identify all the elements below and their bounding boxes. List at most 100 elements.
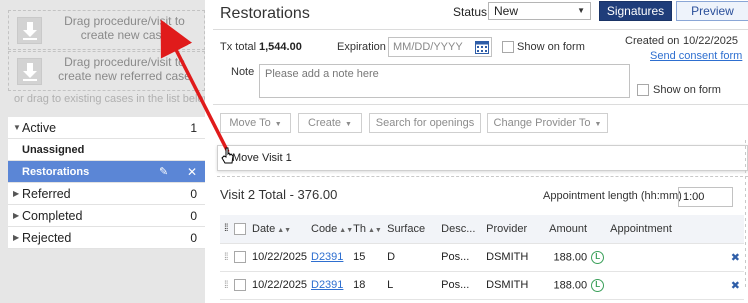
cell-date: 10/22/2025 [252, 243, 311, 272]
show-on-form-checkbox[interactable] [502, 41, 514, 53]
change-provider-button[interactable]: Change Provider To ▼ [487, 113, 608, 133]
search-openings-button[interactable]: Search for openings [369, 113, 481, 133]
cell-appointment [610, 243, 693, 272]
column-provider[interactable]: Provider [486, 215, 550, 244]
close-icon[interactable]: ✕ [187, 161, 197, 183]
column-label: Surface [387, 222, 426, 235]
cell-description: Pos... [441, 243, 487, 272]
drop-separator [217, 176, 748, 177]
sort-icon: ▲▼ [277, 226, 292, 234]
case-count: 0 [190, 231, 197, 245]
calendar-icon[interactable] [475, 40, 489, 60]
case-group-active[interactable]: ▼ Active 1 [8, 117, 205, 139]
cell-tooth: 15 [353, 243, 388, 272]
delete-row-icon[interactable]: ✖ [692, 271, 744, 300]
procedure-table: ⁞⁞ Date ▲▼ Code ▲▼ Th ▲▼ Surface Desc... Pr… [220, 215, 744, 300]
cell-appointment [610, 271, 693, 300]
sort-icon: ▲▼ [339, 226, 354, 234]
caret-down-icon: ▼ [594, 121, 602, 128]
note-placeholder: Please add a note here [265, 68, 379, 80]
cell-provider: DSMITH [486, 271, 550, 300]
move-visit-drag-item[interactable]: Move Visit 1 [217, 145, 748, 171]
cell-tooth: 18 [353, 271, 388, 300]
download-icon [17, 17, 42, 44]
created-on-value: 10/22/2025 [683, 35, 739, 47]
caret-right-icon: ▶ [13, 211, 20, 220]
button-label: Move To [229, 117, 271, 129]
case-list: ▼ Active 1 Unassigned Restorations ✎ ✕ ▶… [8, 117, 205, 249]
cell-description: Pos... [441, 271, 487, 300]
caret-right-icon: ▶ [13, 189, 20, 198]
column-label: Desc... [441, 222, 476, 235]
column-description[interactable]: Desc... [441, 215, 487, 244]
drag-item-label: Move Visit 1 [232, 152, 292, 164]
procedure-code-link[interactable]: D2391 [311, 251, 343, 263]
case-group-completed[interactable]: ▶ Completed 0 [8, 205, 205, 227]
visit-total: Visit 2 Total - 376.00 [220, 187, 338, 202]
dropzone-line1: Drag procedure/visit to [64, 55, 185, 69]
table-row[interactable]: ⁞⁞ 10/22/2025 D2391 15 D Pos... DSMITH 1… [220, 243, 744, 272]
appointment-length-input[interactable]: 1:00 [678, 187, 733, 207]
scroll-track[interactable] [743, 140, 748, 290]
page-title: Restorations [220, 5, 310, 22]
column-amount[interactable]: Amount [549, 215, 611, 244]
button-label: Change Provider To [493, 117, 591, 129]
tx-total-label: Tx total [220, 41, 257, 53]
procedure-code-link[interactable]: D2391 [311, 279, 343, 291]
show-on-form-checkbox[interactable] [637, 84, 649, 96]
status-label: Status [453, 5, 488, 19]
cell-date: 10/22/2025 [252, 271, 311, 300]
preview-button[interactable]: Preview [676, 1, 748, 21]
new-case-dropzone[interactable]: Drag procedure/visit to create new case [8, 10, 205, 50]
caret-down-icon: ▼ [274, 121, 282, 128]
case-group-referred[interactable]: ▶ Referred 0 [8, 183, 205, 205]
case-item-unassigned[interactable]: Unassigned [8, 139, 205, 161]
column-label: Provider [486, 222, 528, 235]
row-checkbox[interactable] [234, 279, 246, 291]
caret-down-icon: ▼ [577, 6, 585, 15]
column-surface[interactable]: Surface [387, 215, 442, 244]
column-appointment[interactable]: Appointment [610, 215, 693, 244]
drag-hint: or drag to existing cases in the list be… [14, 93, 212, 105]
divider [213, 29, 748, 30]
select-all-checkbox[interactable] [234, 222, 246, 235]
move-to-button[interactable]: Move To ▼ [220, 113, 291, 133]
cell-amount: 188.00 [553, 250, 588, 263]
case-panel: Drag procedure/visit to create new case … [0, 0, 212, 303]
download-icon [17, 58, 42, 85]
column-tooth[interactable]: Th ▲▼ [353, 215, 388, 244]
case-count: 1 [190, 121, 197, 135]
column-label: Amount [549, 222, 588, 235]
column-date[interactable]: Date ▲▼ [252, 215, 311, 244]
cell-provider: DSMITH [486, 243, 550, 272]
case-detail: Restorations Status New ▼ Signatures Pre… [205, 0, 748, 303]
new-referred-case-dropzone[interactable]: Drag procedure/visit to create new refer… [8, 51, 205, 91]
cell-amount: 188.00 [553, 278, 588, 291]
drag-handle-icon: ⁞⁞ [220, 215, 234, 244]
cell-surface: L [387, 271, 442, 300]
row-checkbox[interactable] [234, 251, 246, 263]
table-row[interactable]: ⁞⁞ 10/22/2025 D2391 18 L Pos... DSMITH 1… [220, 271, 744, 300]
column-code[interactable]: Code ▲▼ [311, 215, 354, 244]
note-input[interactable]: Please add a note here [259, 64, 630, 98]
created-on-label: Created on [625, 35, 680, 47]
edit-icon[interactable]: ✎ [159, 161, 168, 183]
delete-row-icon[interactable]: ✖ [692, 243, 744, 272]
caret-right-icon: ▶ [13, 233, 20, 242]
signatures-button[interactable]: Signatures [599, 1, 672, 21]
send-consent-link[interactable]: Send consent form [650, 50, 742, 62]
lab-icon: L [591, 278, 605, 292]
expiration-date-input[interactable]: MM/DD/YYYY [388, 37, 492, 57]
column-label: Th [353, 222, 366, 235]
drag-handle-icon[interactable]: ⁞⁞ [220, 243, 234, 272]
case-group-label: Completed [22, 209, 83, 223]
case-group-label: Rejected [22, 231, 72, 245]
show-on-form-label: Show on form [653, 84, 721, 96]
case-item-restorations[interactable]: Restorations ✎ ✕ [8, 161, 205, 183]
table-header-row: ⁞⁞ Date ▲▼ Code ▲▼ Th ▲▼ Surface Desc... Pr… [220, 215, 744, 244]
case-group-rejected[interactable]: ▶ Rejected 0 [8, 227, 205, 249]
create-button[interactable]: Create ▼ [298, 113, 362, 133]
status-select[interactable]: New ▼ [488, 2, 591, 20]
drag-handle-icon[interactable]: ⁞⁞ [220, 271, 234, 300]
dropzone-line2: create new referred case [58, 69, 191, 83]
